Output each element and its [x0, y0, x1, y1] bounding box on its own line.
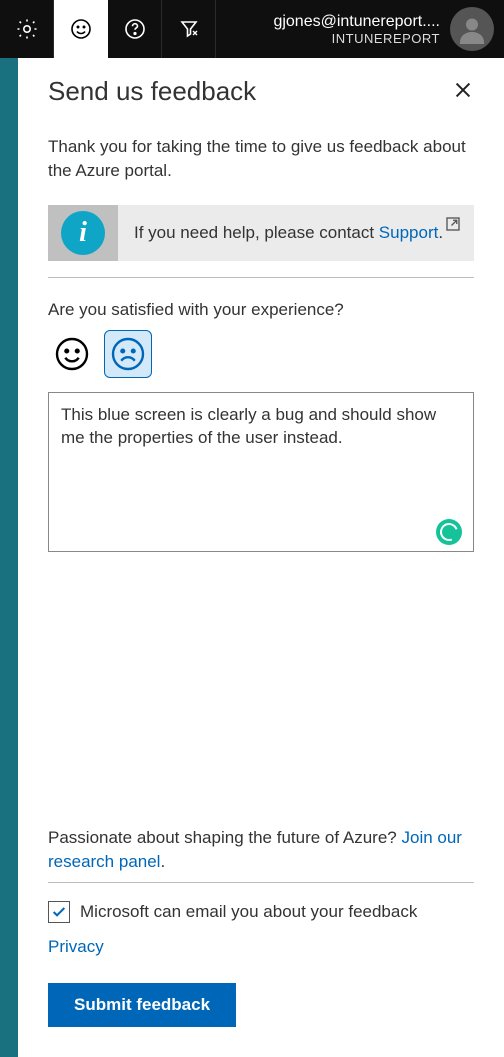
account-section[interactable]: gjones@intunereport.... INTUNEREPORT: [216, 0, 504, 58]
email-opt-label: Microsoft can email you about your feedb…: [80, 902, 417, 922]
top-bar: gjones@intunereport.... INTUNEREPORT: [0, 0, 504, 58]
panel-header: Send us feedback: [48, 76, 474, 107]
left-rail: [0, 58, 18, 1057]
privacy-link[interactable]: Privacy: [48, 937, 474, 957]
divider: [48, 277, 474, 278]
spacer: [48, 577, 474, 827]
popout-icon[interactable]: [444, 215, 462, 238]
info-icon-wrap: i: [48, 205, 118, 261]
info-text: If you need help, please contact Support…: [118, 205, 474, 261]
satisfaction-faces: [48, 330, 474, 378]
info-box: i If you need help, please contact Suppo…: [48, 205, 474, 261]
submit-button[interactable]: Submit feedback: [48, 983, 236, 1027]
sad-face-button[interactable]: [104, 330, 152, 378]
intro-text: Thank you for taking the time to give us…: [48, 135, 474, 183]
email-opt-row: Microsoft can email you about your feedb…: [48, 901, 474, 923]
support-link[interactable]: Support: [379, 223, 439, 242]
passion-suffix: .: [160, 852, 165, 871]
info-prefix: If you need help, please contact: [134, 223, 379, 242]
info-suffix: .: [438, 223, 443, 242]
filter-button[interactable]: [162, 0, 216, 58]
avatar[interactable]: [450, 7, 494, 51]
feedback-textarea[interactable]: [48, 392, 474, 552]
feedback-button[interactable]: [54, 0, 108, 58]
research-panel-text: Passionate about shaping the future of A…: [48, 826, 474, 874]
happy-face-button[interactable]: [48, 330, 96, 378]
email-opt-checkbox[interactable]: [48, 901, 70, 923]
satisfaction-question: Are you satisfied with your experience?: [48, 300, 474, 320]
panel-title: Send us feedback: [48, 76, 256, 107]
passion-prefix: Passionate about shaping the future of A…: [48, 828, 401, 847]
settings-button[interactable]: [0, 0, 54, 58]
account-tenant: INTUNEREPORT: [273, 31, 440, 47]
textarea-wrap: [48, 392, 474, 557]
account-text: gjones@intunereport.... INTUNEREPORT: [273, 12, 440, 47]
help-button[interactable]: [108, 0, 162, 58]
divider-2: [48, 882, 474, 883]
page-wrap: Send us feedback Thank you for taking th…: [0, 58, 504, 1057]
info-icon: i: [61, 211, 105, 255]
close-button[interactable]: [452, 79, 474, 104]
account-email: gjones@intunereport....: [273, 12, 440, 31]
feedback-panel: Send us feedback Thank you for taking th…: [18, 58, 504, 1057]
grammarly-icon[interactable]: [436, 519, 462, 545]
